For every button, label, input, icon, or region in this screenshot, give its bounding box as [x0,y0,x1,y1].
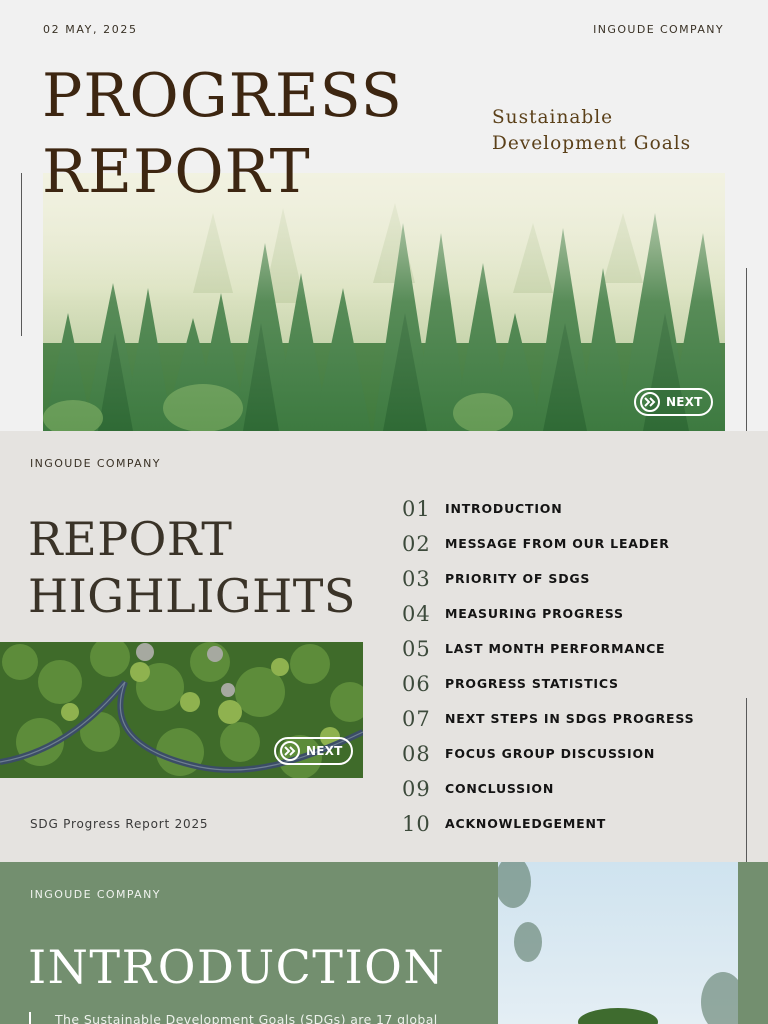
toc-number: 07 [402,706,431,731]
toc-label: LAST MONTH PERFORMANCE [445,641,666,656]
section-title: REPORT HIGHLIGHTS [28,511,388,625]
toc-label: CONCLUSSION [445,781,555,796]
toc-item[interactable]: 07 NEXT STEPS IN SDGS PROGRESS [402,701,694,736]
divider-line [746,268,747,431]
title-line: PROGRESS [42,61,403,131]
toc-number: 09 [402,776,431,801]
toc-item[interactable]: 10 ACKNOWLEDGEMENT [402,806,694,841]
page-subtitle: Sustainable Development Goals [492,105,722,157]
toc-label: PROGRESS STATISTICS [445,676,619,691]
toc-label: MEASURING PROGRESS [445,606,624,621]
report-date: 02 MAY, 2025 [43,23,138,36]
forest-image: NEXT [43,173,725,431]
introduction-section: INGOUDE COMPANY INTRODUCTION The Sustain… [0,862,768,1024]
double-chevron-right-icon [280,741,300,761]
title-line: HIGHLIGHTS [28,569,356,623]
toc-number: 02 [402,531,431,556]
toc-number: 10 [402,811,431,836]
subtitle-line: Sustainable [492,107,614,128]
toc-number: 05 [402,636,431,661]
next-button[interactable]: NEXT [634,388,714,416]
toc-item[interactable]: 03 PRIORITY OF SDGS [402,561,694,596]
double-chevron-right-icon [640,392,660,412]
title-line: REPORT [28,512,233,566]
page-title: PROGRESS REPORT [42,58,462,210]
toc-number: 01 [402,496,431,521]
quote-bar [29,1012,31,1024]
toc-number: 08 [402,741,431,766]
intro-paragraph: The Sustainable Development Goals (SDGs)… [55,1012,438,1024]
toc-item[interactable]: 01 INTRODUCTION [402,491,694,526]
sky-photo [498,862,738,1024]
aerial-forest-image: NEXT [0,642,363,778]
report-highlights-section: INGOUDE COMPANY REPORT HIGHLIGHTS NEXT S… [0,431,768,862]
title-line: REPORT [42,137,311,207]
toc-label: MESSAGE FROM OUR LEADER [445,536,670,551]
company-name: INGOUDE COMPANY [30,457,161,470]
next-button[interactable]: NEXT [274,737,354,765]
toc-item[interactable]: 04 MEASURING PROGRESS [402,596,694,631]
toc-item[interactable]: 08 FOCUS GROUP DISCUSSION [402,736,694,771]
company-name: INGOUDE COMPANY [593,23,724,36]
next-button-label: NEXT [666,395,703,409]
subtitle-line: Development Goals [492,133,692,154]
table-of-contents: 01 INTRODUCTION 02 MESSAGE FROM OUR LEADER… [402,491,694,841]
toc-label: INTRODUCTION [445,501,563,516]
toc-label: NEXT STEPS IN SDGS PROGRESS [445,711,695,726]
toc-number: 03 [402,566,431,591]
cover-section: 02 MAY, 2025 INGOUDE COMPANY NEXT PROGRE… [0,0,768,431]
divider-line [746,698,747,862]
divider-line [21,173,22,336]
toc-item[interactable]: 06 PROGRESS STATISTICS [402,666,694,701]
toc-label: ACKNOWLEDGEMENT [445,816,607,831]
toc-label: PRIORITY OF SDGS [445,571,591,586]
toc-label: FOCUS GROUP DISCUSSION [445,746,656,761]
toc-item[interactable]: 02 MESSAGE FROM OUR LEADER [402,526,694,561]
toc-number: 04 [402,601,431,626]
next-button-label: NEXT [306,744,343,758]
toc-item[interactable]: 09 CONCLUSSION [402,771,694,806]
section-title: INTRODUCTION [28,940,446,994]
report-footer-text: SDG Progress Report 2025 [30,817,209,831]
toc-number: 06 [402,671,431,696]
toc-item[interactable]: 05 LAST MONTH PERFORMANCE [402,631,694,666]
company-name: INGOUDE COMPANY [30,888,161,901]
